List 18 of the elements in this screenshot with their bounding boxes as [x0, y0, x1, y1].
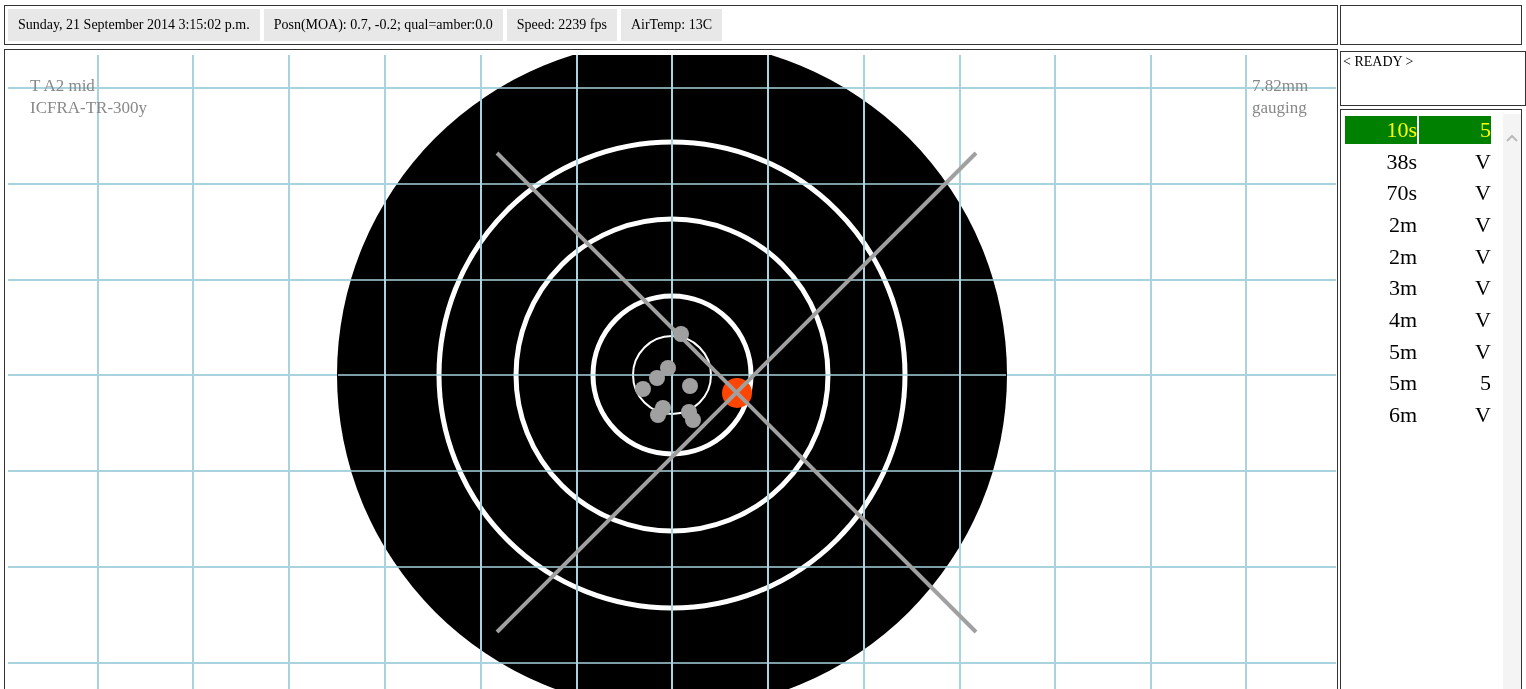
- shot-row[interactable]: 2m V: [1345, 240, 1495, 273]
- target-label: gauging: [1252, 97, 1308, 119]
- shot-row[interactable]: 38s V: [1345, 145, 1495, 178]
- shot-row[interactable]: 5m V: [1345, 335, 1495, 368]
- shot-row[interactable]: 4m V: [1345, 304, 1495, 336]
- shot-row[interactable]: 6m V: [1345, 399, 1495, 431]
- status-field: Sunday, 21 September 2014 3:15:02 p.m.: [8, 9, 260, 41]
- scrollbar[interactable]: [1503, 114, 1521, 689]
- shot-row[interactable]: 70s V: [1345, 177, 1495, 210]
- shot-row[interactable]: 2m V: [1345, 209, 1495, 241]
- shot-row[interactable]: 5m 5: [1345, 367, 1495, 400]
- status-field: Speed: 2239 fps: [506, 9, 617, 41]
- scroll-up-icon[interactable]: [1506, 134, 1518, 142]
- status-field: AirTemp: 13C: [620, 9, 722, 41]
- status-field: Posn(MOA): 0.7, -0.2; qual=amber:0.0: [263, 9, 503, 41]
- shot-row[interactable]: 10s 5: [1345, 114, 1495, 146]
- shot-row[interactable]: 3m V: [1345, 272, 1495, 305]
- ready-status: < READY >: [1343, 54, 1414, 69]
